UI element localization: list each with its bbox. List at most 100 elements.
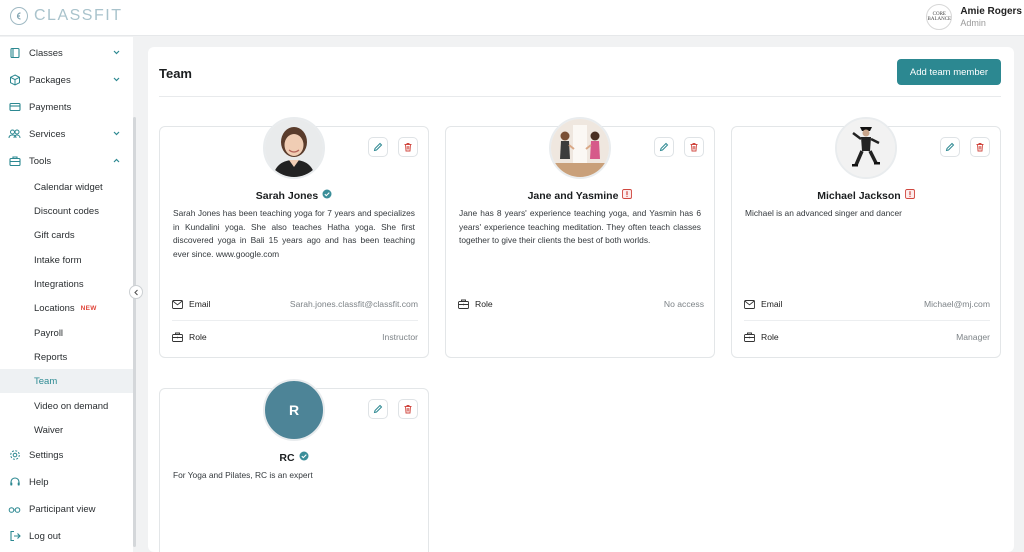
sidebar-item-label: Settings: [29, 449, 64, 461]
sidebar-item-packages[interactable]: Packages: [0, 67, 133, 93]
chevron-up-icon: [112, 156, 121, 168]
email-value: Sarah.jones.classfit@classfit.com: [289, 299, 418, 309]
briefcase-icon: [172, 332, 183, 342]
avatar: CORE BALANCE: [926, 4, 953, 30]
team-card: Sarah Jones Sarah Jones has been teachin…: [159, 117, 429, 358]
sidebar-item-classes[interactable]: Classes: [0, 40, 133, 66]
delete-button[interactable]: [684, 137, 704, 157]
user-role: Admin: [960, 18, 986, 28]
role-label: Role: [189, 332, 207, 342]
team-member-name: Jane and Yasmine: [527, 189, 619, 202]
team-member-bio: For Yoga and Pilates, RC is an expert: [173, 470, 313, 480]
sidebar-subitem-discount-codes[interactable]: Discount codes: [0, 199, 133, 223]
collapse-sidebar-button[interactable]: [129, 285, 143, 299]
top-bar: CLASSFIT CORE BALANCE Amie Rogers Admin: [0, 0, 1024, 36]
role-row: Role Manager: [744, 329, 990, 345]
edit-button[interactable]: [940, 137, 960, 157]
sidebar-item-label: Locations: [34, 302, 75, 314]
sidebar-item-label: Participant view: [29, 503, 96, 515]
pencil-icon: [373, 142, 383, 152]
sidebar-subitem-team[interactable]: Team: [0, 369, 133, 393]
sidebar-item-label: Services: [29, 128, 66, 140]
edit-button[interactable]: [368, 137, 388, 157]
briefcase-icon: [744, 332, 755, 342]
sidebar-item-label: Help: [29, 476, 49, 488]
email-value: Michael@mj.com: [923, 299, 990, 309]
trash-icon: [404, 143, 412, 152]
chevron-left-icon: [133, 289, 138, 295]
sidebar-item-help[interactable]: Help: [0, 469, 133, 495]
warning-icon: [904, 189, 915, 202]
classfit-logo-icon: [10, 7, 28, 25]
trash-icon: [690, 143, 698, 152]
trash-icon: [976, 143, 984, 152]
role-value: No access: [663, 299, 704, 309]
sidebar-subitem-payroll[interactable]: Payroll: [0, 321, 133, 345]
package-icon: [8, 74, 21, 87]
role-value: Instructor: [382, 332, 418, 342]
verified-icon: [299, 451, 309, 464]
user-menu[interactable]: CORE BALANCE Amie Rogers Admin: [926, 4, 1022, 30]
email-label: Email: [761, 299, 783, 309]
sidebar-item-label: Payments: [29, 101, 72, 113]
sidebar-subitem-calendar-widget[interactable]: Calendar widget: [0, 175, 133, 199]
logout-icon: [8, 530, 21, 543]
users-icon: [8, 128, 21, 141]
divider: [159, 96, 1001, 97]
page-title: Team: [159, 66, 192, 81]
chevron-down-icon: [112, 48, 121, 60]
gear-icon: [8, 449, 21, 462]
chevron-down-icon: [112, 129, 121, 141]
team-member-photo: [549, 117, 611, 179]
sidebar-subitem-integrations[interactable]: Integrations: [0, 272, 133, 296]
role-row: Role Instructor: [172, 329, 418, 345]
sidebar-subitem-gift-cards[interactable]: Gift cards: [0, 223, 133, 247]
new-badge: NEW: [80, 304, 97, 312]
add-team-member-button[interactable]: Add team member: [897, 59, 1001, 85]
sidebar-item-tools[interactable]: Tools: [0, 148, 133, 174]
sidebar-item-payments[interactable]: Payments: [0, 94, 133, 120]
sidebar-subitem-locations[interactable]: Locations NEW: [0, 296, 133, 320]
main-panel: Team Add team member Sarah Jones Sarah J…: [148, 47, 1014, 552]
sidebar-subitem-reports[interactable]: Reports: [0, 345, 133, 369]
team-member-bio: Michael is an advanced singer and dancer: [745, 208, 902, 218]
sidebar-subitem-video-on-demand[interactable]: Video on demand: [0, 394, 133, 418]
sidebar-item-label: Tools: [29, 155, 52, 167]
pencil-icon: [373, 404, 383, 414]
sidebar-item-services[interactable]: Services: [0, 121, 133, 147]
sidebar-subitem-intake-form[interactable]: Intake form: [0, 248, 133, 272]
role-label: Role: [761, 332, 779, 342]
edit-button[interactable]: [368, 399, 388, 419]
email-label: Email: [189, 299, 211, 309]
glasses-icon: [8, 503, 21, 516]
team-member-bio: Sarah Jones has been teaching yoga for 7…: [173, 208, 415, 259]
logo-text: CLASSFIT: [34, 7, 123, 24]
team-member-photo: [835, 117, 897, 179]
pencil-icon: [945, 142, 955, 152]
headset-icon: [8, 476, 21, 489]
sidebar-item-settings[interactable]: Settings: [0, 442, 133, 468]
sidebar: Classes Packages Payments Services Tools…: [0, 37, 133, 552]
app-logo[interactable]: CLASSFIT: [10, 7, 122, 25]
sidebar-item-log-out[interactable]: Log out: [0, 523, 133, 549]
sidebar-subitem-waiver[interactable]: Waiver: [0, 418, 133, 442]
warning-icon: [622, 189, 633, 202]
book-icon: [8, 47, 21, 60]
edit-button[interactable]: [654, 137, 674, 157]
sidebar-item-label: Classes: [29, 47, 63, 59]
pencil-icon: [659, 142, 669, 152]
trash-icon: [404, 405, 412, 414]
chevron-down-icon: [112, 75, 121, 87]
team-card: Jane and Yasmine Jane has 8 years' exper…: [445, 117, 715, 358]
team-member-photo: [263, 117, 325, 179]
delete-button[interactable]: [970, 137, 990, 157]
sidebar-item-label: Packages: [29, 74, 71, 86]
delete-button[interactable]: [398, 399, 418, 419]
delete-button[interactable]: [398, 137, 418, 157]
team-card: Michael Jackson Michael is an advanced s…: [731, 117, 1001, 358]
user-name: Amie Rogers: [960, 6, 1022, 17]
sidebar-item-participant-view[interactable]: Participant view: [0, 496, 133, 522]
role-row: Role No access: [458, 296, 704, 312]
team-member-name: Michael Jackson: [817, 189, 901, 202]
team-card: R RC For Yoga and Pilates, RC is an expe…: [159, 379, 429, 552]
